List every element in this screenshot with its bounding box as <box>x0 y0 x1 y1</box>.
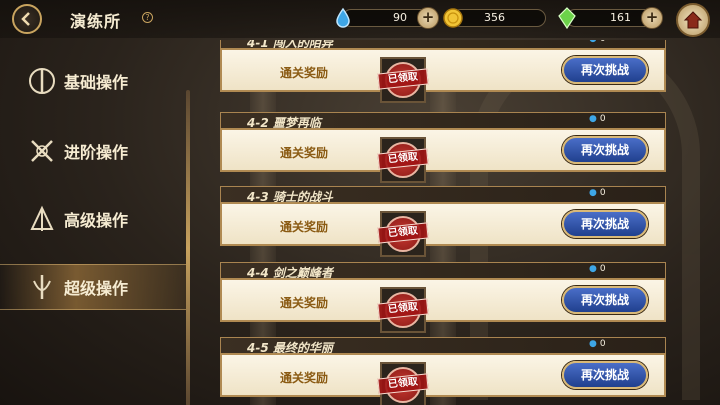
retry-button[interactable]: 再次挑战 <box>562 361 648 389</box>
droplet-icon: ● <box>589 188 597 198</box>
reward-label: 通关奖励 <box>280 220 329 234</box>
energy-value: 90 <box>393 11 407 24</box>
home-icon <box>683 11 703 29</box>
add-energy-button[interactable]: + <box>417 7 439 29</box>
stage-card: 4-1 闯入的陌异 ●0 通关奖励 已领取 再次挑战 <box>220 40 666 103</box>
gem-value: 161 <box>610 11 631 24</box>
claimed-reward-slot: 已领取 <box>377 287 429 333</box>
winged-shield-icon <box>30 205 54 231</box>
claimed-reward-slot: 已领取 <box>377 137 429 183</box>
gem-counter: 161 + <box>558 7 663 30</box>
retry-button[interactable]: 再次挑战 <box>562 136 648 164</box>
help-icon[interactable]: ? <box>142 12 153 23</box>
claimed-reward-slot: 已领取 <box>377 57 429 103</box>
back-button[interactable] <box>12 4 42 34</box>
sidebar-divider <box>186 90 190 405</box>
stage-energy-cost: ●0 <box>589 339 606 349</box>
stage-card: 4-5 最终的华丽 ● 0 通关奖励 已领取 再次挑战 <box>220 337 666 405</box>
claimed-stamp: 已领取 <box>377 148 429 170</box>
stage-list[interactable]: 4-1 闯入的陌异 ●0 通关奖励 已领取 再次挑战 4-2 噩梦再临 ●0 通… <box>218 40 666 405</box>
gem-icon <box>558 7 576 30</box>
stage-card: 4-2 噩梦再临 ● 0 通关奖励 已领取 再次挑战 <box>220 112 666 183</box>
stage-energy-cost: ●0 <box>589 114 606 124</box>
stage-energy-cost: ●0 <box>589 264 606 274</box>
reward-label: 通关奖励 <box>280 371 329 385</box>
sword-emblem-icon <box>29 68 55 94</box>
retry-button[interactable]: 再次挑战 <box>562 210 648 238</box>
claimed-stamp: 已领取 <box>377 373 429 395</box>
reward-label: 通关奖励 <box>280 146 329 160</box>
gold-counter: 356 <box>443 8 546 28</box>
stage-energy-cost: ●0 <box>589 188 606 198</box>
sidebar-item-advanced[interactable]: 进阶操作 <box>0 128 190 174</box>
droplet-icon: ● <box>589 264 597 274</box>
droplet-icon: ● <box>589 40 597 44</box>
crossed-swords-icon <box>31 140 53 162</box>
top-bar: 演练所 ? 90 + 356 161 + <box>0 0 720 38</box>
sidebar-item-label: 高级操作 <box>64 211 129 230</box>
retry-button[interactable]: 再次挑战 <box>562 56 648 84</box>
back-chevron-icon <box>21 12 30 26</box>
trident-emblem-icon <box>33 275 51 299</box>
energy-counter: 90 + <box>336 7 439 29</box>
claimed-stamp: 已领取 <box>377 68 429 90</box>
reward-label: 通关奖励 <box>280 66 329 80</box>
reward-label: 通关奖励 <box>280 296 329 310</box>
stage-energy-cost: ●0 <box>589 40 606 44</box>
claimed-reward-slot: 已领取 <box>377 362 429 405</box>
sidebar-item-label: 基础操作 <box>64 73 129 92</box>
droplet-icon: ● <box>589 114 597 124</box>
page-title: 演练所 <box>70 12 122 31</box>
stage-card: 4-3 骑士的战斗 ● 0 通关奖励 已领取 再次挑战 <box>220 186 666 257</box>
sidebar-item-super[interactable]: 超级操作 <box>0 264 190 310</box>
droplet-icon: ● <box>589 339 597 349</box>
sidebar-item-basic[interactable]: 基础操作 <box>0 58 190 104</box>
claimed-reward-slot: 已领取 <box>377 211 429 257</box>
sidebar-item-label: 进阶操作 <box>64 143 129 162</box>
claimed-stamp: 已领取 <box>377 222 429 244</box>
sidebar-item-label: 超级操作 <box>64 279 129 298</box>
gold-value: 356 <box>484 11 505 24</box>
claimed-stamp: 已领取 <box>377 298 429 320</box>
stage-card: 4-4 剑之巅峰者 ● 0 通关奖励 已领取 再次挑战 <box>220 262 666 333</box>
coin-icon <box>443 8 463 28</box>
home-button[interactable] <box>676 3 710 37</box>
category-sidebar: 基础操作 进阶操作 高级操作 超级操作 <box>0 44 190 405</box>
droplet-icon <box>336 7 350 28</box>
add-gem-button[interactable]: + <box>641 7 663 29</box>
retry-button[interactable]: 再次挑战 <box>562 286 648 314</box>
sidebar-item-expert[interactable]: 高级操作 <box>0 196 190 242</box>
